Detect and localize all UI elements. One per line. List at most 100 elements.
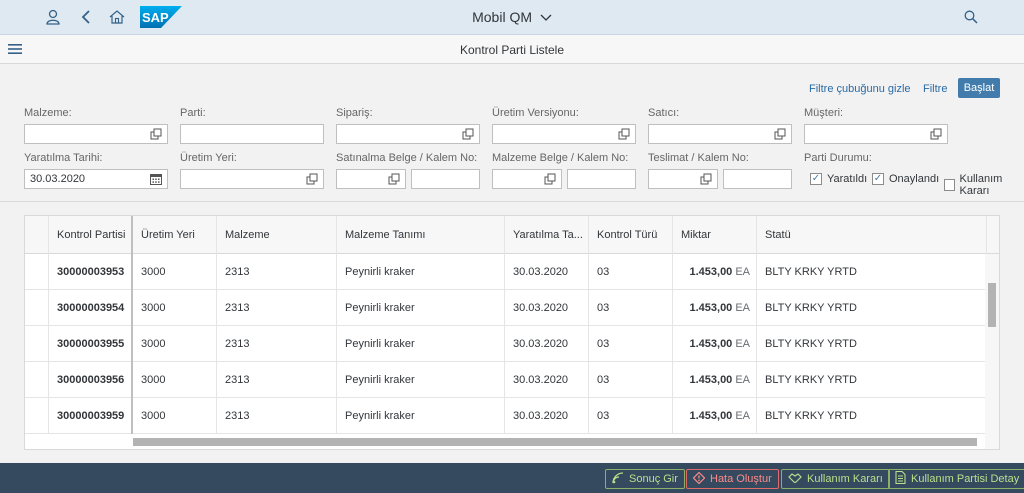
column-header-miktar[interactable]: Miktar (673, 216, 757, 254)
teslimat-input[interactable] (648, 169, 718, 189)
value-help-icon[interactable] (150, 128, 162, 140)
cell-miktar: 1.453,00 EA (673, 254, 757, 290)
cell-malzeme-tanimi: Peynirli kraker (337, 398, 505, 434)
yaratilma-tarihi-label: Yaratılma Tarihi: (24, 152, 103, 164)
sonuc-gir-button[interactable]: Sonuç Gir (605, 469, 685, 489)
malzeme-input[interactable] (24, 124, 168, 144)
hide-filter-bar-link[interactable]: Filtre çubuğunu gizle (809, 83, 911, 95)
value-help-icon[interactable] (774, 128, 786, 140)
row-selector[interactable] (25, 398, 49, 434)
column-header-malzeme-tanimi[interactable]: Malzeme Tanımı (337, 216, 505, 254)
page-header: Kontrol Parti Listele (0, 35, 1024, 64)
table-row[interactable]: 30000003953 3000 2313 Peynirli kraker 30.03.… (25, 254, 987, 290)
teslimat-label: Teslimat / Kalem No: (648, 152, 749, 164)
satinalma-belge-input[interactable] (336, 169, 406, 189)
row-selector[interactable] (25, 254, 49, 290)
quantity-value: 1.453,00 (689, 302, 733, 314)
table-row[interactable]: 30000003955 3000 2313 Peynirli kraker 30.03.… (25, 326, 987, 362)
value-help-icon[interactable] (462, 128, 474, 140)
cell-malzeme: 2313 (217, 362, 337, 398)
musteri-label: Müşteri: (804, 107, 844, 119)
siparis-input[interactable] (336, 124, 480, 144)
yaratilma-tarihi-input[interactable]: 30.03.2020 (24, 169, 168, 189)
quantity-value: 1.453,00 (689, 266, 733, 278)
table-area: Kontrol Partisi Üretim Yeri Malzeme Malz… (0, 202, 1024, 463)
checkbox-checked-icon[interactable]: ✓ (810, 173, 822, 185)
satici-input[interactable] (648, 124, 792, 144)
cell-kontrol-partisi: 30000003954 (49, 290, 133, 326)
malzeme-kalem-input[interactable] (567, 169, 636, 189)
row-selector[interactable] (25, 326, 49, 362)
table-row[interactable]: 30000003959 3000 2313 Peynirli kraker 30.03.… (25, 398, 987, 434)
siparis-label: Sipariş: (336, 107, 373, 119)
uretim-versiyonu-input[interactable] (492, 124, 636, 144)
parti-input[interactable] (180, 124, 324, 144)
checkbox-checked-icon[interactable]: ✓ (872, 173, 884, 185)
table-header: Kontrol Partisi Üretim Yeri Malzeme Malz… (25, 216, 999, 254)
cell-malzeme: 2313 (217, 254, 337, 290)
value-help-icon[interactable] (930, 128, 942, 140)
calendar-icon[interactable] (150, 173, 162, 185)
value-help-icon[interactable] (700, 173, 712, 185)
page-title: Kontrol Parti Listele (459, 43, 565, 57)
column-header-statu[interactable]: Statü (757, 216, 987, 254)
table-row[interactable]: 30000003954 3000 2313 Peynirli kraker 30.03.… (25, 290, 987, 326)
checkbox-kullanim-karari[interactable]: Kullanım Kararı (944, 173, 1024, 197)
cell-kontrol-turu: 03 (589, 398, 673, 434)
teslimat-kalem-input[interactable] (723, 169, 792, 189)
hata-olustur-button[interactable]: Hata Oluştur (686, 469, 779, 489)
value-help-icon[interactable] (306, 173, 318, 185)
search-icon[interactable] (962, 8, 980, 26)
cell-yaratilma-tarihi: 30.03.2020 (505, 398, 589, 434)
vertical-scrollbar[interactable] (985, 254, 999, 449)
musteri-input[interactable] (804, 124, 948, 144)
app-title: Mobil QM (472, 9, 532, 25)
satinalma-belge-label: Satınalma Belge / Kalem No: (336, 152, 478, 164)
row-selector[interactable] (25, 362, 49, 398)
kullanim-karari-button[interactable]: Kullanım Kararı (781, 469, 890, 489)
cell-kontrol-turu: 03 (589, 290, 673, 326)
checkbox-empty-icon[interactable] (944, 179, 955, 191)
table-row[interactable]: 30000003956 3000 2313 Peynirli kraker 30.03.… (25, 362, 987, 398)
cell-miktar: 1.453,00 EA (673, 326, 757, 362)
value-help-icon[interactable] (388, 173, 400, 185)
app-title-menu[interactable]: Mobil QM (0, 9, 1024, 25)
quantity-unit: EA (735, 374, 750, 386)
checkbox-onaylandi[interactable]: ✓ Onaylandı (872, 173, 939, 185)
cell-uretim-yeri: 3000 (133, 290, 217, 326)
filter-link[interactable]: Filtre (923, 83, 947, 95)
footer-toolbar: Sonuç Gir Hata Oluştur Kullanım Kararı K… (0, 463, 1024, 493)
uretim-yeri-label: Üretim Yeri: (180, 152, 237, 164)
cell-malzeme: 2313 (217, 290, 337, 326)
uretim-yeri-input[interactable] (180, 169, 324, 189)
satici-label: Satıcı: (648, 107, 680, 119)
cell-malzeme-tanimi: Peynirli kraker (337, 254, 505, 290)
quantity-unit: EA (735, 302, 750, 314)
quantity-unit: EA (735, 410, 750, 422)
cell-malzeme-tanimi: Peynirli kraker (337, 290, 505, 326)
column-header-malzeme[interactable]: Malzeme (217, 216, 337, 254)
quantity-value: 1.453,00 (689, 374, 733, 386)
go-button[interactable]: Başlat (958, 78, 1000, 98)
column-header-kontrol-partisi[interactable]: Kontrol Partisi (49, 216, 133, 254)
cell-kontrol-partisi: 30000003953 (49, 254, 133, 290)
satinalma-kalem-input[interactable] (411, 169, 480, 189)
uretim-versiyonu-label: Üretim Versiyonu: (492, 107, 579, 119)
column-header-yaratilma-tarihi[interactable]: Yaratılma Ta... (505, 216, 589, 254)
cell-miktar: 1.453,00 EA (673, 290, 757, 326)
column-header-uretim-yeri[interactable]: Üretim Yeri (133, 216, 217, 254)
kullanim-partisi-detay-button[interactable]: Kullanım Partisi Detay (888, 469, 1024, 489)
horizontal-scroll-thumb[interactable] (133, 438, 977, 446)
cell-uretim-yeri: 3000 (133, 398, 217, 434)
checkbox-yaratildi[interactable]: ✓ Yaratıldı (810, 173, 867, 185)
column-header-kontrol-turu[interactable]: Kontrol Türü (589, 216, 673, 254)
parti-durumu-label: Parti Durumu: (804, 152, 872, 164)
vertical-scroll-thumb[interactable] (988, 283, 996, 327)
value-help-icon[interactable] (544, 173, 556, 185)
malzeme-belge-input[interactable] (492, 169, 562, 189)
cell-yaratilma-tarihi: 30.03.2020 (505, 254, 589, 290)
select-column-header[interactable] (25, 216, 49, 254)
handshake-icon (788, 472, 807, 487)
row-selector[interactable] (25, 290, 49, 326)
value-help-icon[interactable] (618, 128, 630, 140)
